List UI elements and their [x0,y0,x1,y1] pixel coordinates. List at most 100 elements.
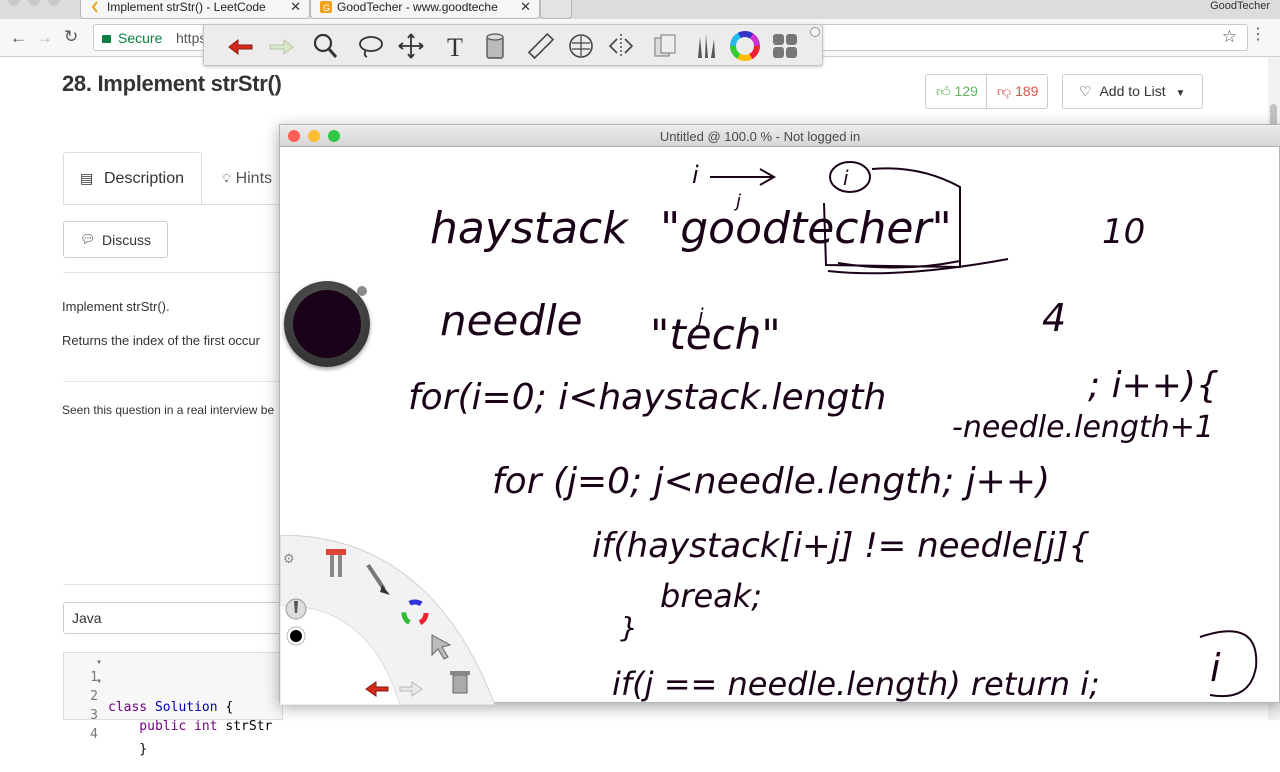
leetcode-favicon-icon [91,1,98,13]
if-condition: if(haystack[i+j] != needle[j]{ [592,526,1090,566]
lock-icon [102,35,111,43]
current-color-swatch [293,290,361,358]
outer-loop-increment: ; i++){ [1088,365,1219,406]
code-text: public int strStr [108,719,273,734]
tab-hints[interactable]: 💡︎ Hints [222,170,272,188]
browser-tab-strip: Implement strStr() - LeetCode ✕ G GoodTe… [0,0,1280,19]
window-minimize-button[interactable] [28,0,40,6]
ruler-icon[interactable] [526,31,556,61]
forward-arrow-icon[interactable]: → [36,28,53,48]
browser-tab-goodtecher[interactable]: G GoodTecher - www.goodteche ✕ [310,0,540,19]
language-select[interactable]: Java [63,602,283,634]
downvote-button[interactable]: 👎︎ 189 [986,74,1048,109]
secure-indicator[interactable]: Secure [102,30,162,46]
toolbar-handle[interactable] [810,27,820,37]
tab-title: Implement strStr() - LeetCode [107,0,266,14]
lasso-icon[interactable] [356,31,386,61]
reload-icon[interactable]: ↻ [64,27,78,47]
pen-size-icon[interactable] [285,598,307,620]
needle-word: needle [440,296,582,345]
discuss-button[interactable]: 💬︎ Discuss [63,221,168,258]
divider [63,272,283,273]
haystack-word: haystack [430,203,629,254]
browser-tab-leetcode[interactable]: Implement strStr() - LeetCode ✕ [80,0,310,19]
window-close-button[interactable] [8,0,20,6]
radial-tool-menu[interactable]: ⚙ [280,535,520,705]
current-color-dot[interactable] [286,626,306,646]
ink-circle [1199,630,1258,698]
upvote-button[interactable]: 👍︎ 129 [925,74,987,109]
thumbs-up-icon: 👍︎ [936,83,951,99]
outer-for-loop: for(i=0; i<haystack.length [408,377,886,418]
color-wheel-icon[interactable] [730,31,760,61]
divider [63,381,283,382]
new-tab-button[interactable] [540,0,572,19]
browser-menu-icon[interactable]: ⋮ [1250,27,1266,43]
closing-brace: } [620,611,638,644]
tab-hints-label: Hints [235,170,273,187]
more-icon[interactable] [770,31,800,61]
profile-name[interactable]: GoodTecher [1210,0,1270,12]
color-puck[interactable] [284,281,370,367]
tech-string: "tech" [650,310,781,359]
tab-title: GoodTecher - www.goodteche [337,0,498,14]
returned-i: i [1210,646,1221,690]
ink-arrow [710,168,777,186]
fold-icon[interactable]: ▾ [96,657,102,668]
whiteboard-window: Untitled @ 100.0 % - Not logged in hayst… [279,124,1280,705]
tab-divider [63,204,283,205]
puck-knob [357,286,367,296]
fold-icon[interactable]: ▾ [96,676,102,687]
bookmark-star-icon[interactable]: ☆ [1222,27,1237,47]
code-line: 1 ▾ class Solution { [64,655,233,715]
list-icon: ▤ [80,170,94,186]
drawing-toolbar: T [203,24,823,66]
i-circled-marker: i [843,166,849,190]
trash-icon[interactable] [450,671,470,694]
svg-text:G: G [323,3,330,13]
add-to-list-button[interactable]: ♡ Add to List ▼ [1062,74,1203,109]
secure-label: Secure [118,30,163,46]
code-line: 2 ▾ public int strStr [64,674,272,734]
code-editor[interactable]: 1 ▾ class Solution { 2 ▾ public int strS… [63,652,283,757]
back-arrow-icon[interactable]: ← [10,28,27,48]
downvote-count: 189 [1015,83,1039,99]
tab-close-icon[interactable]: ✕ [520,0,531,15]
whiteboard-title: Untitled @ 100.0 % - Not logged in [659,129,861,144]
mirror-icon[interactable] [606,31,636,61]
move-icon[interactable] [396,31,426,61]
code-line: 4 } [64,712,147,757]
redo-icon[interactable] [266,31,296,61]
svg-text:T: T [447,33,463,61]
text-icon[interactable]: T [442,31,472,62]
length-four: 4 [1042,296,1066,340]
add-to-list-label: Add to List [1099,83,1166,99]
description-text: Returns the index of the first occur [62,333,260,348]
upvote-count: 129 [954,83,978,99]
page-title: 28. Implement strStr() [62,71,282,96]
comment-icon: 💬︎ [80,232,96,246]
window-zoom-button[interactable] [48,0,60,6]
tab-description-label: Description [104,170,185,187]
code-text: } [108,742,148,757]
magnifier-icon[interactable] [310,31,340,61]
settings-gear-icon[interactable]: ⚙ [283,551,295,566]
lightbulb-icon: 💡︎ [222,171,232,186]
line-number: 4 [90,727,98,742]
ink-circle [829,161,871,193]
tab-description[interactable]: ▤ Description [63,152,202,205]
grid-icon[interactable] [566,31,596,61]
copy-icon[interactable] [650,31,680,61]
interview-note: Seen this question in a real interview b… [62,403,275,417]
length-ten: 10 [1102,212,1145,252]
brushes-icon[interactable] [690,31,720,61]
eraser-icon[interactable] [480,31,510,61]
whiteboard-titlebar[interactable]: Untitled @ 100.0 % - Not logged in [280,125,1280,147]
needle-length-adjustment: -needle.length+1 [952,410,1214,445]
code-line: 3 [64,693,98,723]
discuss-label: Discuss [102,232,152,248]
inner-for-loop: for (j=0; j<needle.length; j++) [492,461,1050,502]
i-index-marker: i [692,161,699,189]
tab-close-icon[interactable]: ✕ [290,0,301,15]
undo-icon[interactable] [226,31,256,61]
